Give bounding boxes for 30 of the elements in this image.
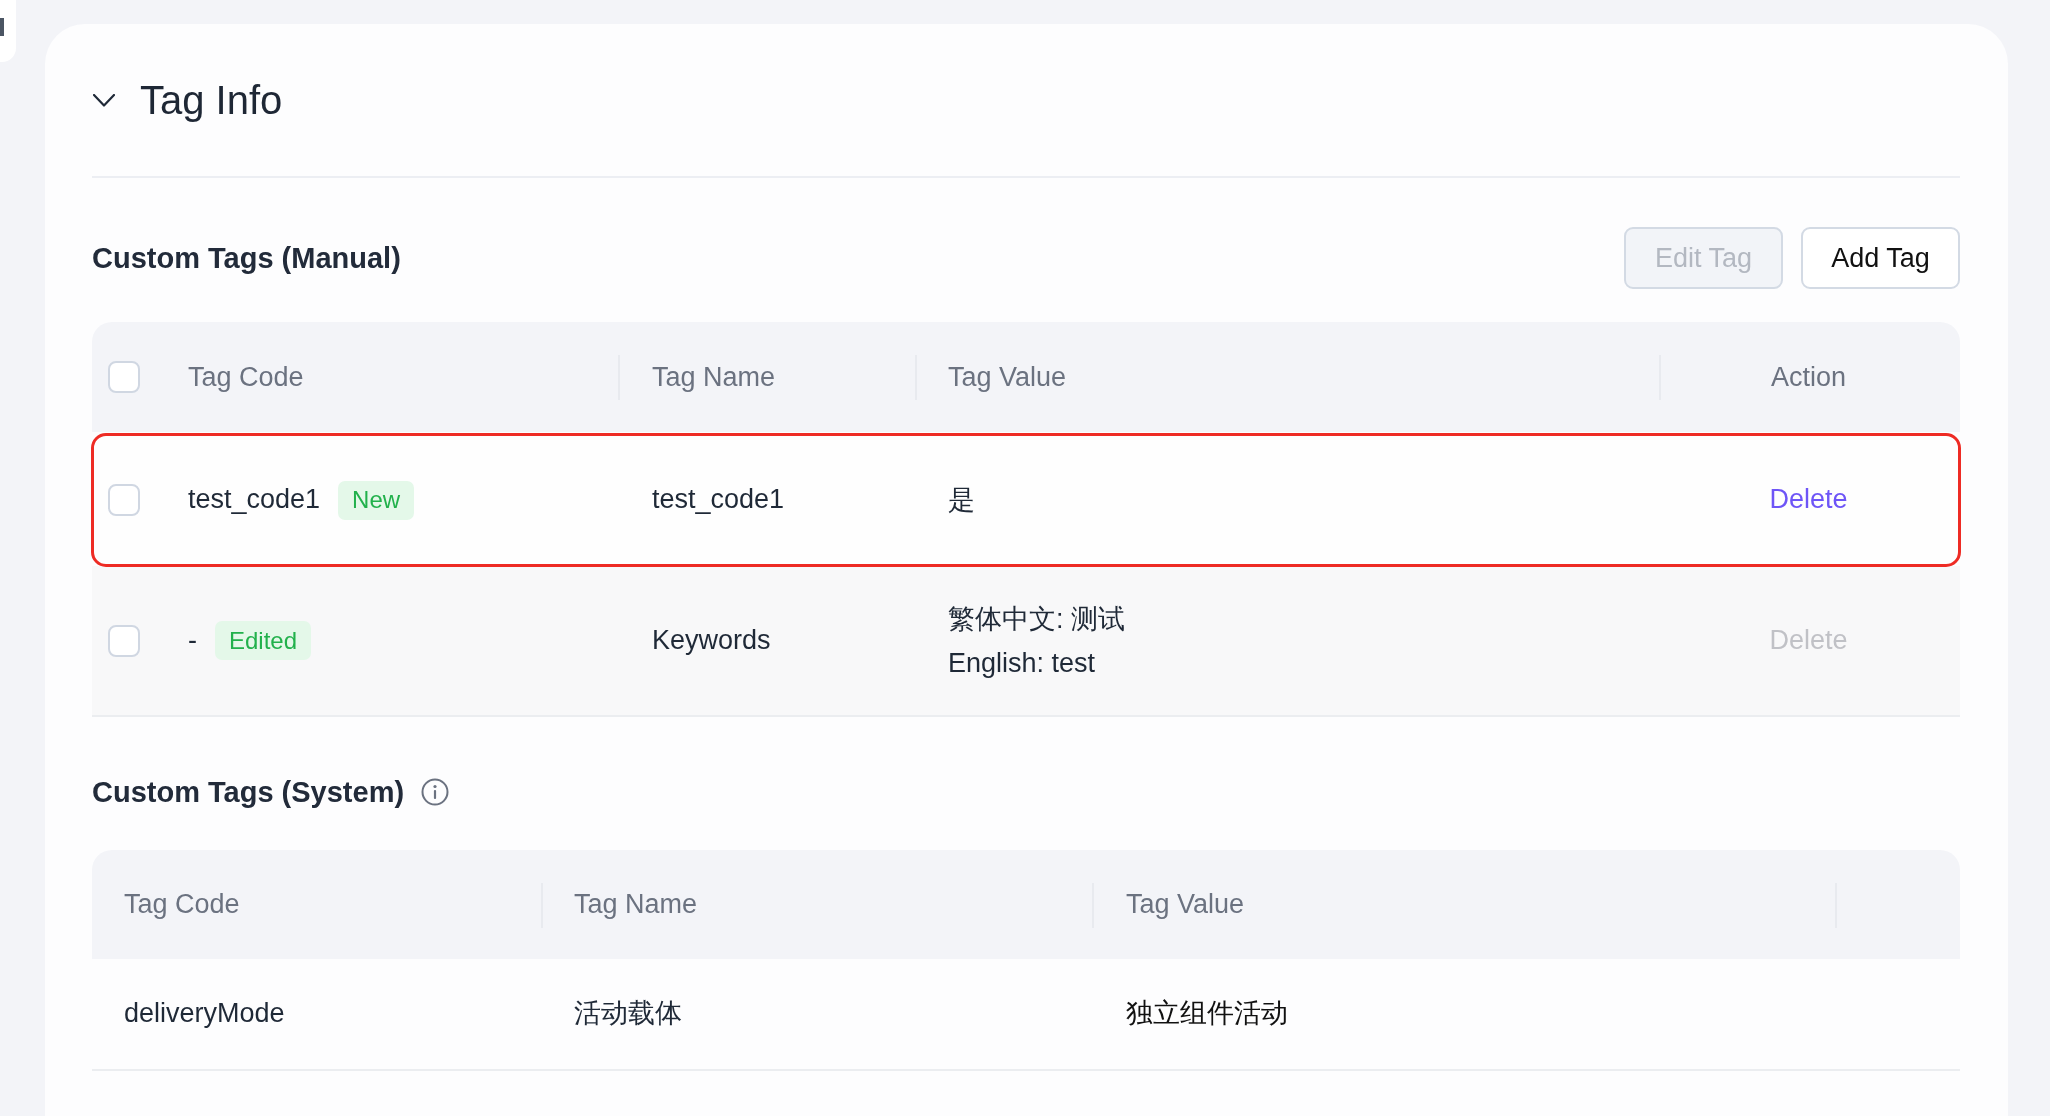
column-header: Tag Name — [574, 888, 698, 921]
select-all-checkbox[interactable] — [108, 361, 140, 393]
column-header: Tag Value — [948, 360, 1067, 394]
delete-link[interactable]: Delete — [1769, 483, 1848, 517]
column-header: Tag Code — [124, 888, 240, 921]
handle-icon — [0, 18, 4, 36]
add-tag-button[interactable]: Add Tag — [1801, 227, 1960, 289]
column-header: Action — [1770, 360, 1846, 394]
tag-value-text: 是 — [948, 484, 975, 517]
table-cell-text: 活动载体 — [574, 997, 682, 1031]
status-badge: Edited — [215, 621, 312, 660]
section-title: Custom Tags (System) — [92, 774, 405, 810]
section-title: Custom Tags (Manual) — [92, 240, 401, 276]
row-checkbox[interactable] — [108, 484, 140, 516]
card-title: Tag Info — [140, 77, 283, 124]
tag-value-text: English: test — [948, 646, 1096, 680]
chevron-down-icon[interactable] — [93, 93, 115, 107]
table-cell-text: deliveryMode — [124, 997, 285, 1031]
tag-value-text: 繁体中文: 测试 — [948, 602, 1125, 636]
status-badge: New — [338, 480, 415, 520]
side-panel-tab[interactable] — [0, 0, 16, 62]
info-icon[interactable] — [421, 778, 450, 806]
tag-code-text: - — [188, 623, 197, 657]
tag-name-text: test_code1 — [652, 483, 785, 517]
tag-code-text: test_code1 — [188, 483, 321, 517]
table-cell-text: 独立组件活动 — [1126, 997, 1288, 1031]
tag-name-text: Keywords — [652, 623, 771, 657]
column-header: Tag Name — [652, 360, 776, 394]
column-header: Tag Value — [1126, 888, 1245, 921]
column-header: Tag Code — [188, 360, 304, 394]
